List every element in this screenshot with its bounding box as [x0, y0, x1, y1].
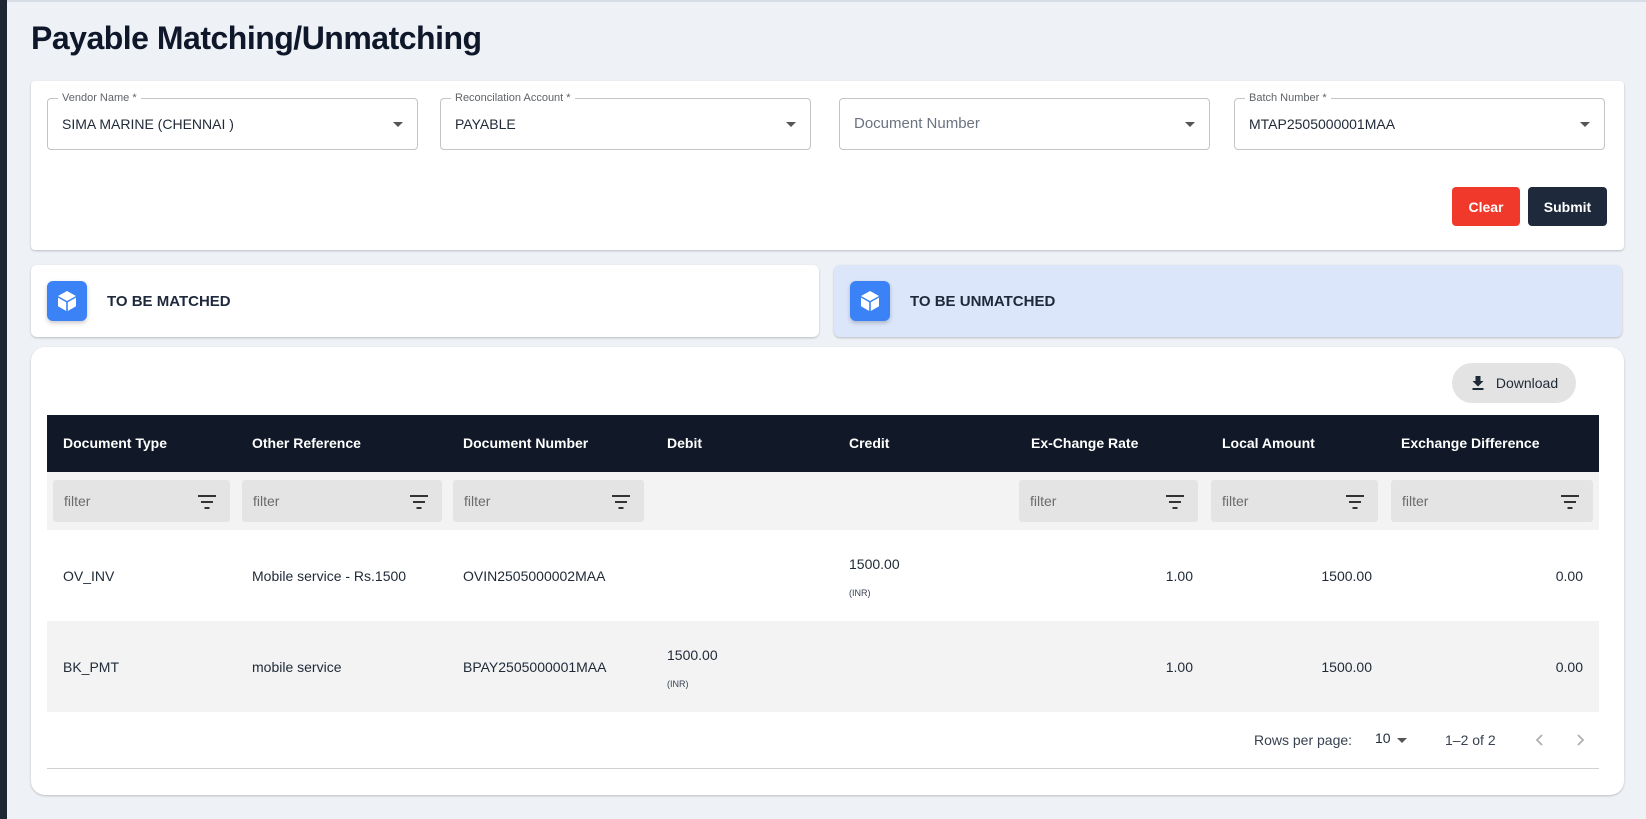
tab-to-be-matched-label: TO BE MATCHED — [107, 293, 231, 310]
cube-icon — [47, 281, 87, 321]
dropdown-caret-icon — [786, 122, 796, 127]
filter-icon[interactable] — [198, 495, 216, 509]
dropdown-caret-icon — [1185, 122, 1195, 127]
cell-credit: 1500.00 — [849, 556, 900, 572]
chevron-right-icon[interactable] — [1571, 731, 1589, 749]
download-button[interactable]: Download — [1452, 363, 1576, 403]
filter-icon[interactable] — [410, 495, 428, 509]
filter-icon[interactable] — [1346, 495, 1364, 509]
reconciliation-account-label: Reconcilation Account * — [451, 91, 575, 105]
dropdown-caret-icon[interactable] — [1397, 738, 1407, 743]
rows-per-page-select[interactable]: 10 — [1375, 730, 1391, 746]
vendor-name-select[interactable]: Vendor Name * SIMA MARINE (CHENNAI ) — [47, 91, 418, 150]
chevron-left-icon[interactable] — [1531, 731, 1549, 749]
filter-input[interactable]: filter — [53, 480, 230, 522]
cell-local-amount: 1500.00 — [1321, 568, 1372, 584]
reconciliation-account-select[interactable]: Reconcilation Account * PAYABLE — [440, 91, 811, 150]
tab-to-be-unmatched[interactable]: TO BE UNMATCHED — [834, 265, 1622, 337]
cell-other-reference: Mobile service - Rs.1500 — [252, 568, 407, 584]
cell-document-number: BPAY2505000001MAA — [463, 659, 607, 675]
column-header[interactable]: Exchange Difference — [1401, 435, 1540, 451]
filter-input[interactable]: filter — [1019, 480, 1198, 522]
cell-exchange-rate: 1.00 — [1165, 568, 1193, 584]
filter-icon[interactable] — [1561, 495, 1579, 509]
batch-number-label: Batch Number * — [1245, 91, 1331, 105]
reconciliation-account-value: PAYABLE — [455, 116, 516, 132]
cell-document-number: OVIN2505000002MAA — [463, 568, 606, 584]
cell-exchange-difference: 0.00 — [1555, 659, 1583, 675]
table-row[interactable]: OV_INV Mobile service - Rs.1500 OVIN2505… — [47, 530, 1599, 621]
pagination: Rows per page: 10 1–2 of 2 — [47, 712, 1599, 769]
cube-icon — [850, 281, 890, 321]
cell-local-amount: 1500.00 — [1321, 659, 1372, 675]
pagination-range: 1–2 of 2 — [1445, 732, 1496, 748]
filter-placeholder: filter — [64, 493, 91, 509]
filter-row: filter filter filter filter filter filte… — [47, 472, 1599, 530]
filter-input[interactable]: filter — [1391, 480, 1593, 522]
download-icon — [1472, 376, 1484, 390]
cell-exchange-difference: 0.00 — [1555, 568, 1583, 584]
filter-input[interactable]: filter — [1211, 480, 1378, 522]
column-header[interactable]: Other Reference — [252, 435, 361, 451]
cell-exchange-rate: 1.00 — [1165, 659, 1193, 675]
cell-document-type: BK_PMT — [63, 659, 120, 675]
filter-input[interactable]: filter — [453, 480, 644, 522]
filter-placeholder: filter — [464, 493, 491, 509]
rows-per-page-label: Rows per page: — [1254, 732, 1353, 748]
vendor-name-value: SIMA MARINE (CHENNAI ) — [62, 116, 234, 132]
table-row[interactable]: BK_PMT mobile service BPAY2505000001MAA … — [47, 621, 1599, 712]
filter-placeholder: filter — [1402, 493, 1429, 509]
download-button-label: Download — [1495, 375, 1559, 391]
dropdown-caret-icon — [1580, 122, 1590, 127]
document-number-placeholder: Document Number — [854, 115, 980, 132]
column-header[interactable]: Document Number — [463, 435, 588, 451]
top-divider — [7, 0, 1646, 2]
table-header: Document Type Other Reference Document N… — [47, 415, 1599, 472]
filter-icon[interactable] — [1166, 495, 1184, 509]
page-title: Payable Matching/Unmatching — [31, 20, 482, 56]
vendor-name-label: Vendor Name * — [58, 91, 141, 105]
cell-debit: 1500.00 — [667, 647, 718, 663]
app-side-strip — [0, 0, 7, 819]
tab-to-be-matched[interactable]: TO BE MATCHED — [31, 265, 819, 337]
column-header[interactable]: Credit — [849, 435, 889, 451]
filter-placeholder: filter — [1222, 493, 1249, 509]
column-header[interactable]: Ex-Change Rate — [1031, 435, 1138, 451]
cell-debit-currency: (INR) — [667, 679, 689, 689]
submit-button[interactable]: Submit — [1528, 187, 1607, 226]
column-header[interactable]: Local Amount — [1222, 435, 1315, 451]
cell-document-type: OV_INV — [63, 568, 115, 584]
column-header[interactable]: Document Type — [63, 435, 167, 451]
dropdown-caret-icon — [393, 122, 403, 127]
filter-placeholder: filter — [1030, 493, 1057, 509]
filter-panel: Vendor Name * SIMA MARINE (CHENNAI ) Rec… — [31, 81, 1624, 250]
cell-credit-currency: (INR) — [849, 588, 871, 598]
filter-icon[interactable] — [612, 495, 630, 509]
cell-other-reference: mobile service — [252, 659, 342, 675]
batch-number-select[interactable]: Batch Number * MTAP2505000001MAA — [1234, 91, 1605, 150]
tab-to-be-unmatched-label: TO BE UNMATCHED — [910, 293, 1056, 310]
filter-placeholder: filter — [253, 493, 280, 509]
batch-number-value: MTAP2505000001MAA — [1249, 116, 1396, 132]
data-table: Document Type Other Reference Document N… — [47, 415, 1599, 769]
clear-button[interactable]: Clear — [1452, 187, 1520, 226]
document-number-select[interactable]: Document Number — [839, 98, 1210, 150]
filter-input[interactable]: filter — [242, 480, 442, 522]
column-header[interactable]: Debit — [667, 435, 702, 451]
